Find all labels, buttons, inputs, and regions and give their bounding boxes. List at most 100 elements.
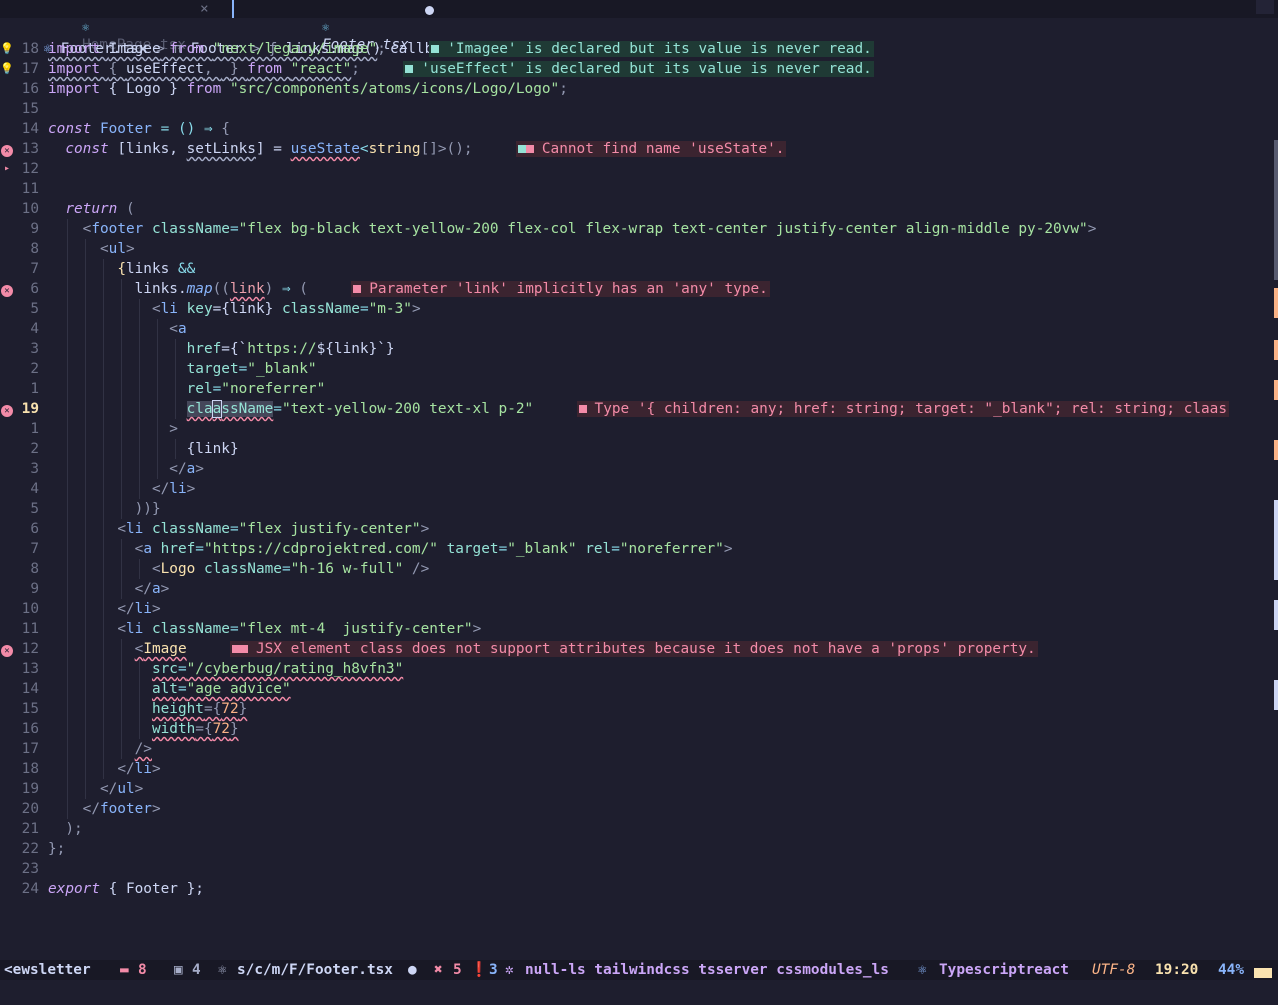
code-line[interactable]: 2 target="_blank" bbox=[0, 359, 1278, 379]
line-number: 16 bbox=[21, 721, 39, 737]
line-number: 17 bbox=[21, 61, 39, 77]
fold-arrow-icon[interactable]: ▸ bbox=[0, 159, 14, 179]
command-line[interactable] bbox=[0, 980, 1278, 1005]
tab-footer[interactable]: ⚛ Footer.tsx bbox=[270, 0, 409, 53]
line-content: > bbox=[169, 421, 178, 437]
line-number: 1 bbox=[30, 421, 39, 437]
diagnostic-error: Type '{ children: any; href: string; tar… bbox=[576, 401, 1230, 417]
lightbulb-icon[interactable]: 💡 bbox=[0, 39, 14, 59]
file-path[interactable]: s/c/m/F/Footer.tsx bbox=[237, 960, 393, 980]
code-line[interactable]: 4 <a bbox=[0, 319, 1278, 339]
error-icon[interactable]: ✕ bbox=[0, 139, 14, 159]
code-line[interactable]: 9 <footer className="flex bg-black text-… bbox=[0, 219, 1278, 239]
modified-dot-icon bbox=[425, 6, 434, 15]
code-area[interactable]: 💡 18 import Imagee from "next/legacy/ima… bbox=[0, 39, 1278, 899]
filetype: Typescriptreact bbox=[939, 962, 1069, 978]
line-content: </footer> bbox=[82, 801, 161, 817]
line-content: ))} bbox=[134, 501, 161, 517]
error-icon[interactable]: ✕ bbox=[0, 639, 14, 659]
line-content: import { Logo } from "src/components/ato… bbox=[48, 81, 568, 97]
line-number: 10 bbox=[21, 601, 39, 617]
react-icon: ⚛ bbox=[918, 962, 927, 978]
line-number: 19 bbox=[21, 781, 39, 797]
status-bar: <ewsletter ▬ 8 ▣ 4 ⚛ s/c/m/F/Footer.tsx … bbox=[0, 960, 1278, 980]
line-content: alt="age advice" bbox=[151, 681, 291, 697]
code-line[interactable]: 14 const Footer = () ⇒ { bbox=[0, 119, 1278, 139]
diag-warning-count[interactable]: 3 bbox=[489, 960, 498, 980]
code-line[interactable]: 13 src="/cyberbug/rating_h8vfn3" bbox=[0, 659, 1278, 679]
line-number: 12 bbox=[21, 641, 39, 657]
react-icon: ⚛ bbox=[218, 962, 227, 978]
line-number: 6 bbox=[30, 521, 39, 537]
code-line[interactable]: 23 bbox=[0, 859, 1278, 879]
code-line[interactable]: ✕ 13 const [links, setLinks] = useState<… bbox=[0, 139, 1278, 159]
code-line[interactable]: 16 width={72} bbox=[0, 719, 1278, 739]
scrollbar-thumb[interactable] bbox=[1274, 140, 1278, 280]
code-line[interactable]: 15 bbox=[0, 99, 1278, 119]
code-line[interactable]: 2 {link} bbox=[0, 439, 1278, 459]
line-number: 8 bbox=[30, 561, 39, 577]
scroll-mark bbox=[1274, 600, 1278, 630]
hint-icon bbox=[405, 65, 414, 73]
line-content: href={`https://${link}`} bbox=[186, 341, 395, 357]
square-icon: ▣ bbox=[174, 962, 183, 978]
code-line[interactable]: 14 alt="age advice" bbox=[0, 679, 1278, 699]
code-line[interactable]: 1 rel="noreferrer" bbox=[0, 379, 1278, 399]
code-line[interactable]: 22 }; bbox=[0, 839, 1278, 859]
line-number: 6 bbox=[30, 281, 39, 297]
code-line[interactable]: 3 </a> bbox=[0, 459, 1278, 479]
line-content: <a href="https://cdprojektred.com/" targ… bbox=[134, 541, 733, 557]
code-line[interactable]: 16 import { Logo } from "src/components/… bbox=[0, 79, 1278, 99]
line-content: const [links, setLinks] = useState<strin… bbox=[65, 141, 787, 157]
code-line[interactable]: 8 <Logo className="h-16 w-full" /> bbox=[0, 559, 1278, 579]
breadcrumb: ⚛ Footer.tsx > π Footer > ƒ links.map() … bbox=[0, 19, 459, 57]
lightbulb-icon[interactable]: 💡 bbox=[0, 59, 14, 79]
code-line[interactable]: 11 bbox=[0, 179, 1278, 199]
code-line[interactable]: ▸ 12 bbox=[0, 159, 1278, 179]
lsp-clients[interactable]: null-ls tailwindcss tsserver cssmodules_… bbox=[525, 960, 889, 980]
code-line[interactable]: 9 </a> bbox=[0, 579, 1278, 599]
scrollbar[interactable] bbox=[1274, 140, 1278, 720]
line-number: 22 bbox=[21, 841, 39, 857]
code-line[interactable]: ✕ 6 links.map((link) ⇒ ( Parameter 'link… bbox=[0, 279, 1278, 299]
code-line[interactable]: 💡 18 import Imagee from "next/legacy/ima… bbox=[0, 39, 1278, 59]
error-icon[interactable]: ✕ bbox=[0, 399, 14, 419]
line-number: 20 bbox=[21, 801, 39, 817]
code-line[interactable]: 8 <ul> bbox=[0, 239, 1278, 259]
scroll-percent: 44% bbox=[1218, 962, 1244, 978]
code-line[interactable]: 19 </ul> bbox=[0, 779, 1278, 799]
code-line[interactable]: 21 ); bbox=[0, 819, 1278, 839]
code-line[interactable]: 10 </li> bbox=[0, 599, 1278, 619]
line-content: </li> bbox=[117, 601, 161, 617]
code-line[interactable]: 💡 17 import { useEffect, } from "react";… bbox=[0, 59, 1278, 79]
code-line[interactable]: 24 export { Footer }; bbox=[0, 879, 1278, 899]
code-line[interactable]: ✕ 12 <Image JSX element class does not s… bbox=[0, 639, 1278, 659]
error-icon[interactable]: ✕ bbox=[0, 279, 14, 299]
code-line[interactable]: 5 ))} bbox=[0, 499, 1278, 519]
line-number: 21 bbox=[21, 821, 39, 837]
code-line[interactable]: 20 </footer> bbox=[0, 799, 1278, 819]
code-line[interactable]: 18 </li> bbox=[0, 759, 1278, 779]
line-number: 24 bbox=[21, 881, 39, 897]
code-line[interactable]: 15 height={72} bbox=[0, 699, 1278, 719]
code-line[interactable]: 4 </li> bbox=[0, 479, 1278, 499]
code-line[interactable]: 1 > bbox=[0, 419, 1278, 439]
diag-error-count[interactable]: 5 bbox=[453, 960, 462, 980]
code-line[interactable]: 7 {links && bbox=[0, 259, 1278, 279]
line-number: 11 bbox=[21, 181, 39, 197]
close-icon[interactable]: × bbox=[200, 0, 209, 18]
code-line[interactable]: 3 href={`https://${link}`} bbox=[0, 339, 1278, 359]
code-line[interactable]: 6 <li className="flex justify-center"> bbox=[0, 519, 1278, 539]
code-line[interactable]: 11 <li className="flex mt-4 justify-cent… bbox=[0, 619, 1278, 639]
git-branch[interactable]: <ewsletter bbox=[4, 960, 91, 980]
tab-homepage[interactable]: ⚛ HomePage.tsx bbox=[30, 0, 186, 53]
line-content: <Image JSX element class does not suppor… bbox=[134, 641, 1038, 657]
code-line[interactable]: 17 /> bbox=[0, 739, 1278, 759]
code-line-current[interactable]: ✕ 19 claassName="text-yellow-200 text-xl… bbox=[0, 399, 1278, 419]
line-content: return ( bbox=[65, 201, 135, 217]
code-line[interactable]: 5 <li key={link} className="m-3"> bbox=[0, 299, 1278, 319]
line-content: /> bbox=[134, 741, 152, 757]
scroll-mark bbox=[1274, 500, 1278, 580]
code-line[interactable]: 7 <a href="https://cdprojektred.com/" ta… bbox=[0, 539, 1278, 559]
code-line[interactable]: 10 return ( bbox=[0, 199, 1278, 219]
